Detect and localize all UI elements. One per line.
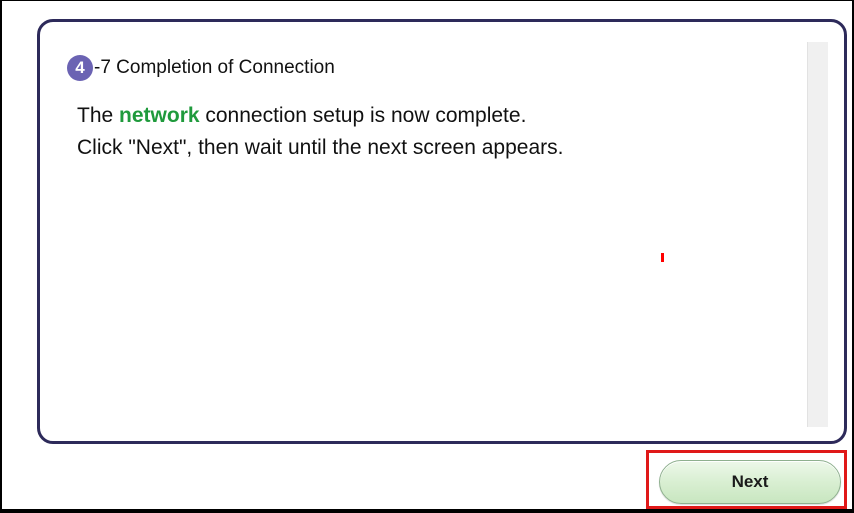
next-button[interactable]: Next: [659, 460, 841, 504]
completion-message: The network connection setup is now comp…: [77, 100, 563, 164]
step-header: 4 -7 Completion of Connection: [67, 54, 335, 82]
message-line-1-end: connection setup is now complete.: [199, 104, 527, 127]
red-marker: [661, 253, 664, 262]
content-panel: 4 -7 Completion of Connection The networ…: [37, 19, 847, 444]
message-line-2: Click "Next", then wait until the next s…: [77, 136, 564, 159]
message-line-1-start: The: [77, 104, 120, 127]
step-number-badge: 4: [67, 55, 93, 81]
step-title: -7 Completion of Connection: [94, 57, 335, 78]
network-highlight: network: [119, 104, 200, 127]
scrollbar-track[interactable]: [807, 42, 828, 427]
window-bottom-border: [0, 509, 854, 513]
message-line-1: The network connection setup is now comp…: [77, 100, 563, 132]
